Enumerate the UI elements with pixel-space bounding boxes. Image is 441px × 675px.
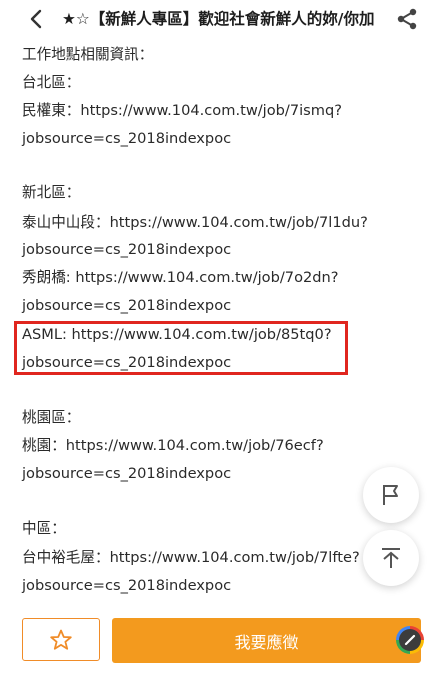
text-line: 桃園區： (22, 409, 81, 426)
back-button[interactable] (26, 8, 46, 30)
edit-button-inner (399, 629, 421, 651)
highlight-box (14, 321, 348, 375)
text-line: jobsource=cs_2018indexpoc (22, 577, 232, 594)
report-button[interactable] (363, 467, 419, 523)
text-line: jobsource=cs_2018indexpoc (22, 130, 232, 147)
page-title: ★☆【新鮮人專區】歡迎社會新鮮人的妳/你加 (62, 10, 375, 28)
apply-button[interactable]: 我要應徵 (112, 618, 421, 663)
top-app-bar: ★☆【新鮮人專區】歡迎社會新鮮人的妳/你加 (0, 0, 441, 38)
pencil-icon (404, 634, 416, 646)
edit-button[interactable] (396, 626, 424, 654)
chevron-left-icon (30, 9, 42, 29)
text-line: 秀朗橋: https://www.104.com.tw/job/7o2dn? (22, 269, 339, 286)
text-line: 泰山中山段：https://www.104.com.tw/job/7l1du? (22, 214, 368, 231)
text-line: 台中裕毛屋：https://www.104.com.tw/job/7lfte? (22, 549, 360, 566)
share-icon (397, 8, 417, 30)
bottom-action-bar: 我要應徵 (0, 612, 441, 675)
text-line: 工作地點相關資訊： (22, 46, 154, 63)
text-line: 民權東：https://www.104.com.tw/job/7ismq? (22, 102, 343, 119)
text-line: jobsource=cs_2018indexpoc (22, 297, 232, 314)
favorite-button[interactable] (22, 618, 100, 661)
text-line: jobsource=cs_2018indexpoc (22, 465, 232, 482)
text-line: 中區： (22, 520, 66, 537)
text-line: 新北區： (22, 184, 81, 201)
text-line: jobsource=cs_2018indexpoc (22, 241, 232, 258)
flag-icon (383, 485, 398, 505)
share-button[interactable] (395, 7, 419, 31)
star-outline-icon (50, 629, 72, 650)
scroll-to-top-icon (382, 548, 400, 568)
apply-button-label: 我要應徵 (234, 632, 299, 652)
text-line: 桃園：https://www.104.com.tw/job/76ecf? (22, 437, 324, 454)
text-line: 台北區： (22, 74, 81, 91)
scroll-to-top-button[interactable] (363, 530, 419, 586)
